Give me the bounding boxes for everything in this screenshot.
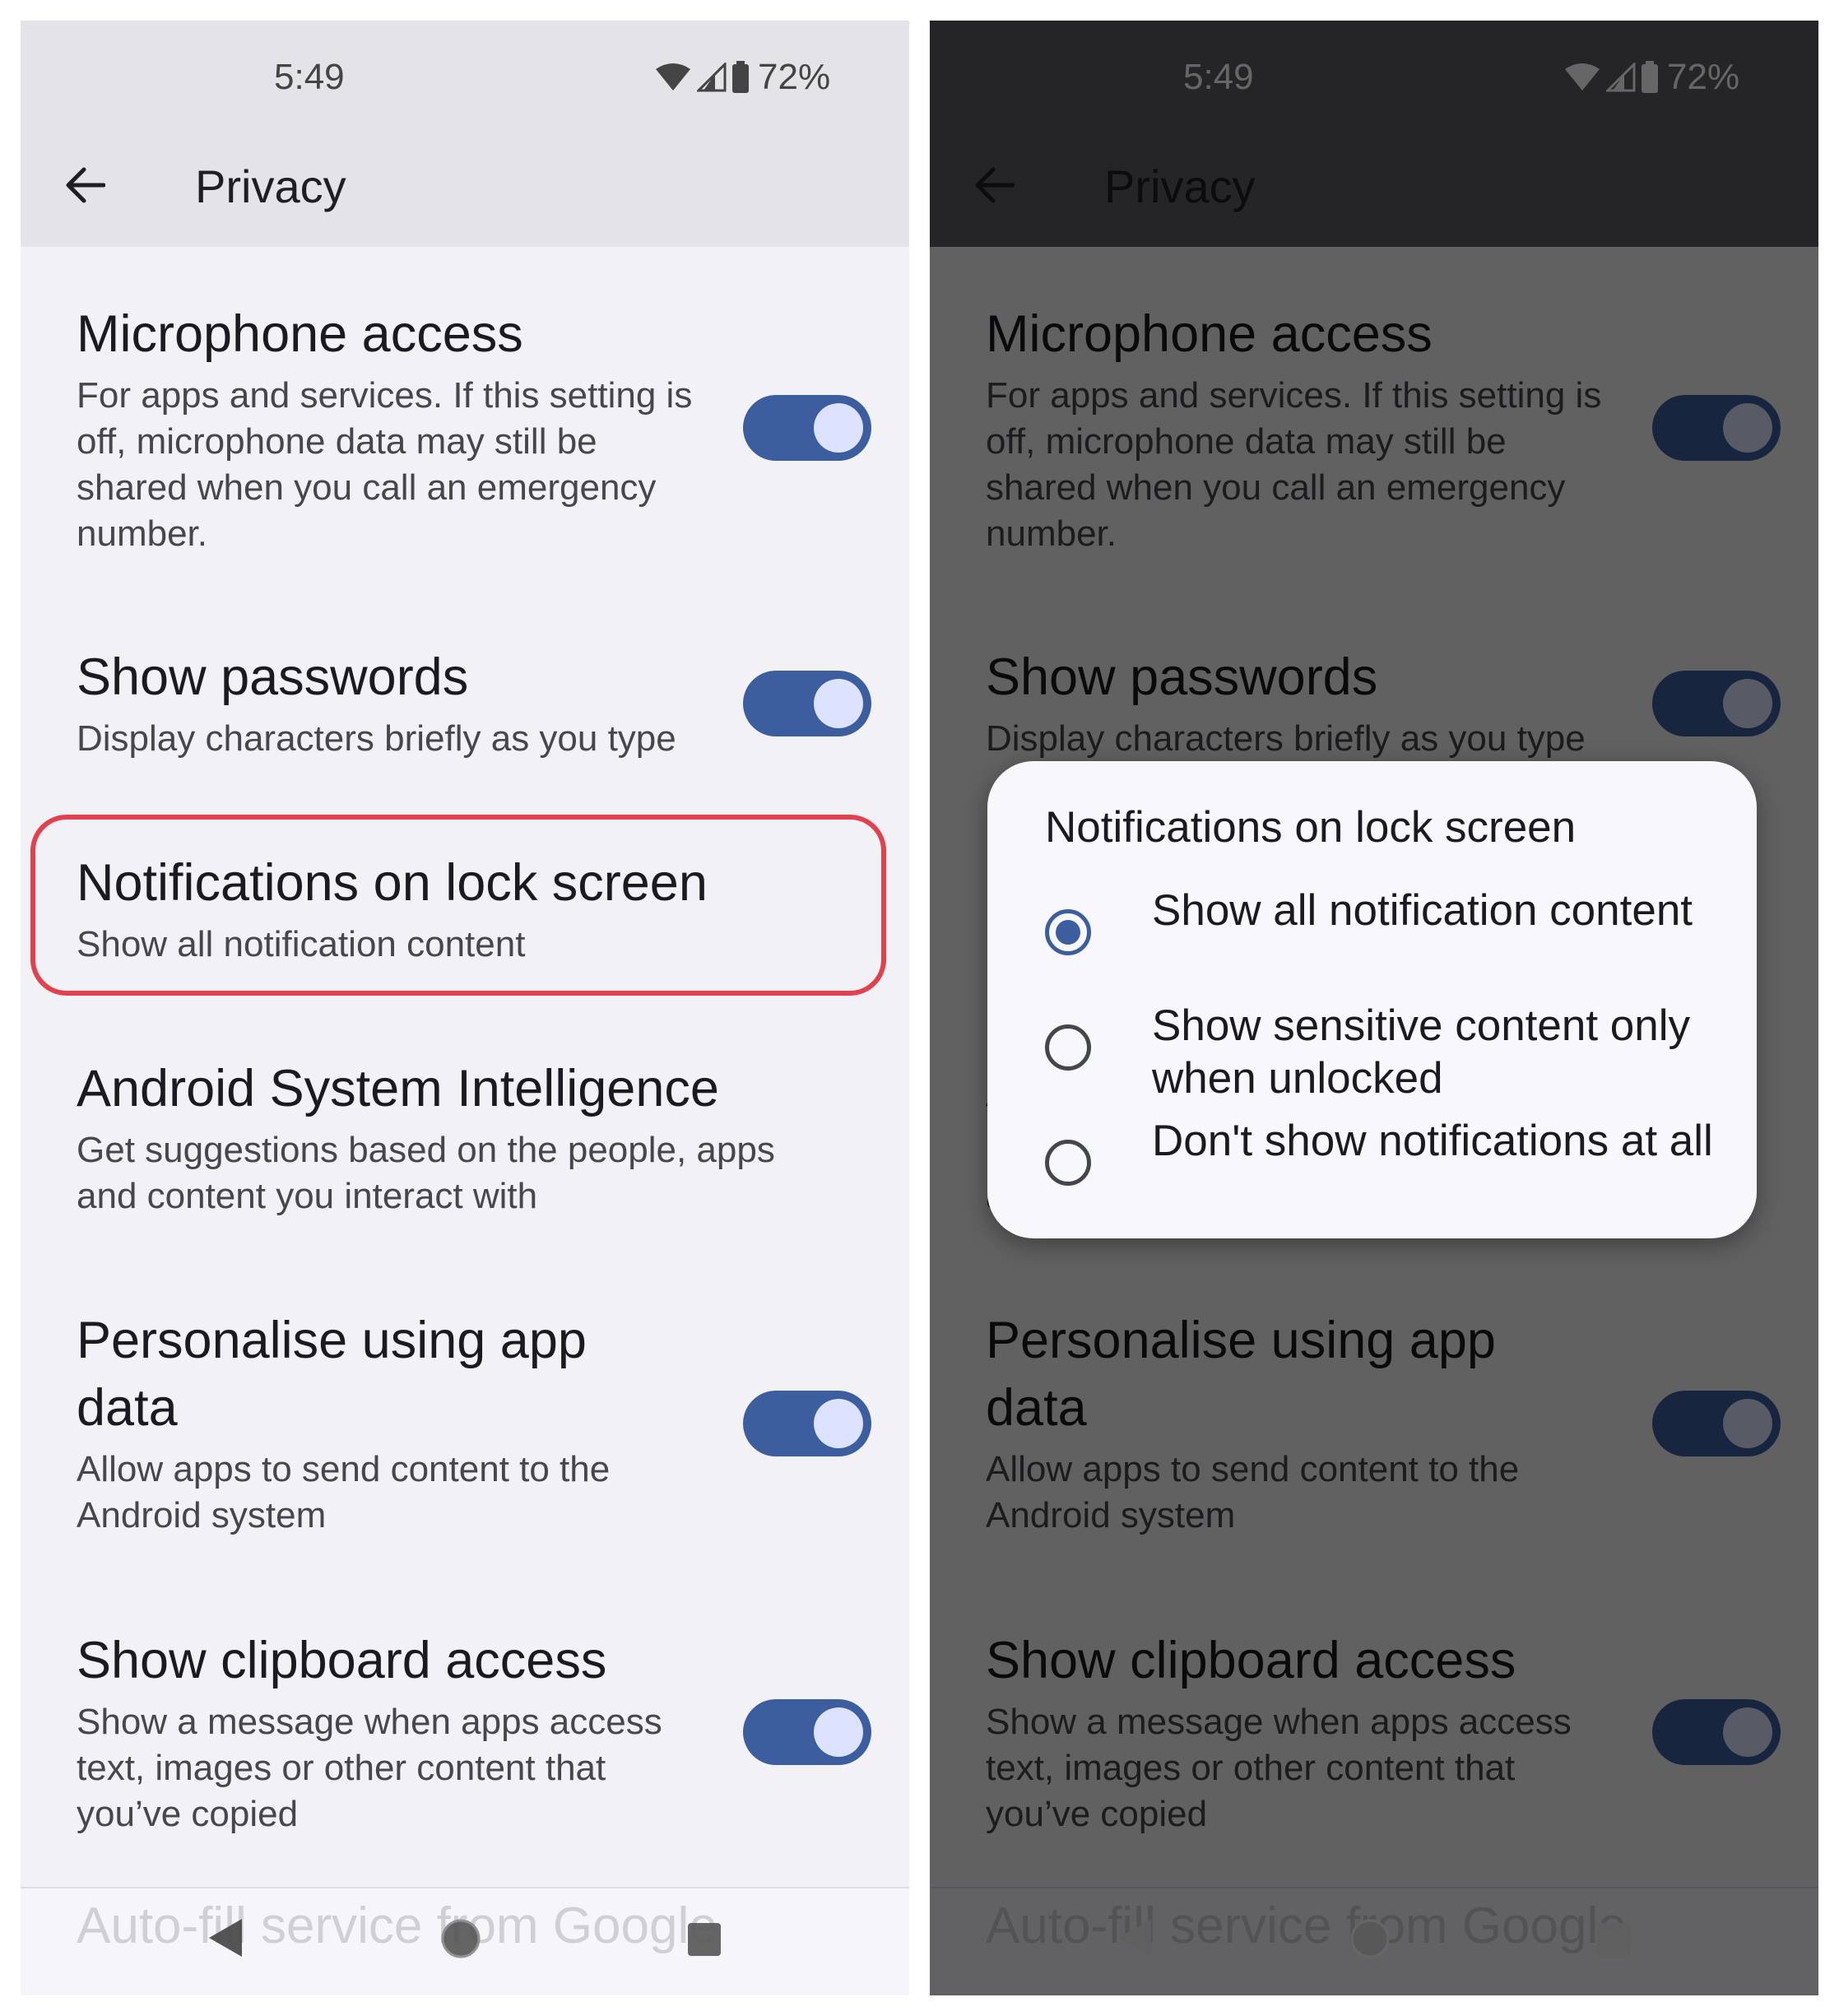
wifi-icon bbox=[656, 63, 690, 91]
setting-summary: For apps and services. If this setting i… bbox=[77, 375, 693, 554]
option-dont-show[interactable]: Don't show notifications at all bbox=[1045, 1115, 1728, 1222]
setting-title: Microphone access bbox=[986, 305, 1433, 363]
status-bar: 5:49 72% bbox=[21, 21, 909, 123]
status-bar: 5:49 72% bbox=[930, 21, 1818, 123]
status-icons: 72% bbox=[1563, 57, 1739, 98]
personalise-toggle[interactable] bbox=[743, 1391, 871, 1456]
toggle-thumb bbox=[814, 1707, 863, 1757]
status-icons: 72% bbox=[654, 57, 830, 98]
battery-percent: 72% bbox=[758, 57, 831, 97]
setting-show-passwords[interactable]: Show passwords Display characters briefl… bbox=[77, 643, 727, 762]
toggle-thumb bbox=[814, 679, 863, 728]
nav-recents-icon[interactable] bbox=[1596, 1922, 1631, 1957]
wifi-icon bbox=[1565, 63, 1600, 91]
setting-android-system-intelligence[interactable]: Android System Intelligence Get suggesti… bbox=[77, 1055, 842, 1219]
microphone-toggle[interactable] bbox=[743, 395, 871, 461]
nav-home-icon[interactable] bbox=[1349, 1918, 1391, 1959]
nav-recents-icon[interactable] bbox=[687, 1922, 722, 1957]
back-button[interactable] bbox=[963, 156, 1025, 214]
app-bar: Privacy bbox=[930, 123, 1818, 247]
setting-title: Personalise using app data bbox=[986, 1312, 1496, 1437]
setting-summary: Get suggestions based on the people, app… bbox=[77, 1130, 775, 1216]
setting-title: Show passwords bbox=[77, 648, 469, 706]
personalise-toggle[interactable] bbox=[1652, 1391, 1781, 1456]
setting-summary: Allow apps to send content to the Androi… bbox=[77, 1449, 611, 1535]
toggle-thumb bbox=[1723, 679, 1772, 728]
battery-icon bbox=[732, 61, 749, 93]
setting-summary: Show a message when apps access text, im… bbox=[77, 1702, 662, 1834]
status-time: 5:49 bbox=[274, 57, 345, 97]
autofill-service-item[interactable]: Auto-fill service from Google bbox=[77, 1897, 717, 1955]
autofill-service-item[interactable]: Auto-fill service from Google bbox=[986, 1897, 1627, 1955]
setting-microphone-access[interactable]: Microphone access For apps and services.… bbox=[77, 300, 710, 557]
back-button[interactable] bbox=[53, 156, 116, 214]
phone-screen-light: 5:49 72% Privacy Microphone access For a… bbox=[21, 21, 909, 1995]
setting-title: Personalise using app data bbox=[77, 1312, 587, 1437]
setting-microphone-access[interactable]: Microphone access For apps and services.… bbox=[986, 300, 1619, 557]
setting-clipboard-access[interactable]: Show clipboard access Show a message whe… bbox=[986, 1627, 1619, 1837]
setting-summary: For apps and services. If this setting i… bbox=[986, 375, 1602, 554]
dialog-title: Notifications on lock screen bbox=[1045, 803, 1577, 852]
setting-clipboard-access[interactable]: Show clipboard access Show a message whe… bbox=[77, 1627, 710, 1837]
setting-title: Android System Intelligence bbox=[77, 1060, 719, 1117]
option-sensitive-when-unlocked[interactable]: Show sensitive content only when unlocke… bbox=[1045, 1000, 1728, 1107]
option-label: Don't show notifications at all bbox=[1152, 1117, 1713, 1165]
toggle-thumb bbox=[1723, 1399, 1772, 1448]
option-label: Show all notification content bbox=[1152, 886, 1693, 935]
signal-icon bbox=[697, 63, 727, 92]
status-time: 5:49 bbox=[1183, 57, 1254, 97]
toggle-thumb bbox=[814, 403, 863, 453]
setting-summary: Show a message when apps access text, im… bbox=[986, 1702, 1572, 1834]
radio-button[interactable] bbox=[1045, 1140, 1091, 1186]
setting-summary: Show all notification content bbox=[77, 924, 526, 964]
setting-personalise-app-data[interactable]: Personalise using app data Allow apps to… bbox=[986, 1307, 1578, 1539]
passwords-toggle[interactable] bbox=[1652, 671, 1781, 736]
passwords-toggle[interactable] bbox=[743, 671, 871, 736]
toggle-thumb bbox=[814, 1399, 863, 1448]
nav-back-icon[interactable] bbox=[206, 1917, 244, 1958]
setting-personalise-app-data[interactable]: Personalise using app data Allow apps to… bbox=[77, 1307, 669, 1539]
lock-screen-notifications-dialog: Notifications on lock screen Show all no… bbox=[987, 761, 1757, 1238]
setting-title: Microphone access bbox=[77, 305, 523, 363]
option-label: Show sensitive content only when unlocke… bbox=[1152, 1001, 1691, 1103]
setting-show-passwords[interactable]: Show passwords Display characters briefl… bbox=[986, 643, 1636, 762]
signal-icon bbox=[1606, 63, 1636, 92]
setting-title: Show clipboard access bbox=[77, 1632, 607, 1689]
toggle-thumb bbox=[1723, 403, 1772, 453]
page-title: Privacy bbox=[195, 160, 346, 212]
app-bar: Privacy bbox=[21, 123, 909, 247]
clipboard-toggle[interactable] bbox=[743, 1699, 871, 1765]
back-arrow-icon bbox=[975, 167, 1015, 203]
toggle-thumb bbox=[1723, 1707, 1772, 1757]
setting-summary: Display characters briefly as you type bbox=[77, 718, 676, 759]
page-title: Privacy bbox=[1104, 160, 1256, 212]
nav-back-icon[interactable] bbox=[1115, 1917, 1153, 1958]
microphone-toggle[interactable] bbox=[1652, 395, 1781, 461]
setting-notifications-lock-screen[interactable]: Notifications on lock screen Show all no… bbox=[77, 849, 899, 968]
setting-summary: Allow apps to send content to the Androi… bbox=[986, 1449, 1520, 1535]
nav-home-icon[interactable] bbox=[440, 1918, 481, 1959]
setting-title: Show passwords bbox=[986, 648, 1378, 706]
setting-title: Notifications on lock screen bbox=[77, 854, 708, 912]
setting-summary: Display characters briefly as you type bbox=[986, 718, 1586, 759]
phone-screen-dialog: 5:49 72% Privacy Microphone access For a… bbox=[930, 21, 1818, 1995]
battery-icon bbox=[1642, 61, 1658, 93]
option-show-all[interactable]: Show all notification content bbox=[1045, 885, 1728, 992]
radio-button[interactable] bbox=[1045, 1024, 1091, 1071]
clipboard-toggle[interactable] bbox=[1652, 1699, 1781, 1765]
back-arrow-icon bbox=[66, 167, 105, 203]
setting-title: Show clipboard access bbox=[986, 1632, 1516, 1689]
radio-button-selected[interactable] bbox=[1045, 909, 1091, 955]
battery-percent: 72% bbox=[1667, 57, 1740, 97]
